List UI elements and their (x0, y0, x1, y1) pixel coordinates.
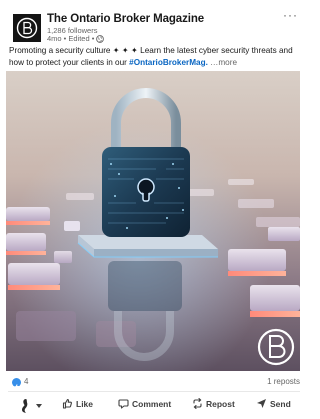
social-counts: 4 1 reposts (0, 376, 300, 390)
repost-button[interactable]: Repost (192, 398, 235, 409)
post-meta: 4mo • Edited • (47, 34, 105, 43)
comment-icon (118, 399, 129, 409)
send-label: Send (270, 398, 291, 409)
company-logo-avatar[interactable] (13, 14, 41, 42)
post-time-edited: 4mo • Edited • (47, 34, 95, 43)
post-caption: Promoting a security culture ✦ ✦ ✦ Learn… (9, 45, 295, 69)
actor-avatar-icon (22, 399, 28, 413)
repost-label: Repost (206, 398, 235, 409)
action-bar: Like Comment Repost Send (0, 396, 300, 418)
chevron-down-icon (36, 404, 42, 408)
like-button[interactable]: Like (62, 398, 93, 409)
repost-count[interactable]: 1 reposts (267, 377, 300, 386)
thumbs-up-icon (62, 398, 72, 409)
more-options-icon[interactable]: ··· (283, 8, 298, 22)
post-image[interactable] (6, 71, 300, 371)
like-label: Like (76, 398, 94, 409)
author-name[interactable]: The Ontario Broker Magazine (47, 13, 204, 25)
like-reaction-icon (12, 378, 21, 389)
actor-switcher[interactable] (20, 398, 42, 414)
see-more-link[interactable]: …more (208, 58, 237, 67)
reaction-count[interactable]: 4 (24, 377, 28, 386)
send-icon (257, 399, 266, 408)
comment-label: Comment (132, 398, 172, 409)
repost-icon (193, 398, 202, 409)
action-divider (8, 391, 300, 392)
send-button[interactable]: Send (256, 398, 291, 409)
post-header: The Ontario Broker Magazine 1,286 follow… (0, 0, 300, 43)
globe-icon (96, 34, 105, 43)
hashtag-link[interactable]: #OntarioBrokerMag. (129, 58, 208, 67)
comment-button[interactable]: Comment (118, 398, 171, 409)
